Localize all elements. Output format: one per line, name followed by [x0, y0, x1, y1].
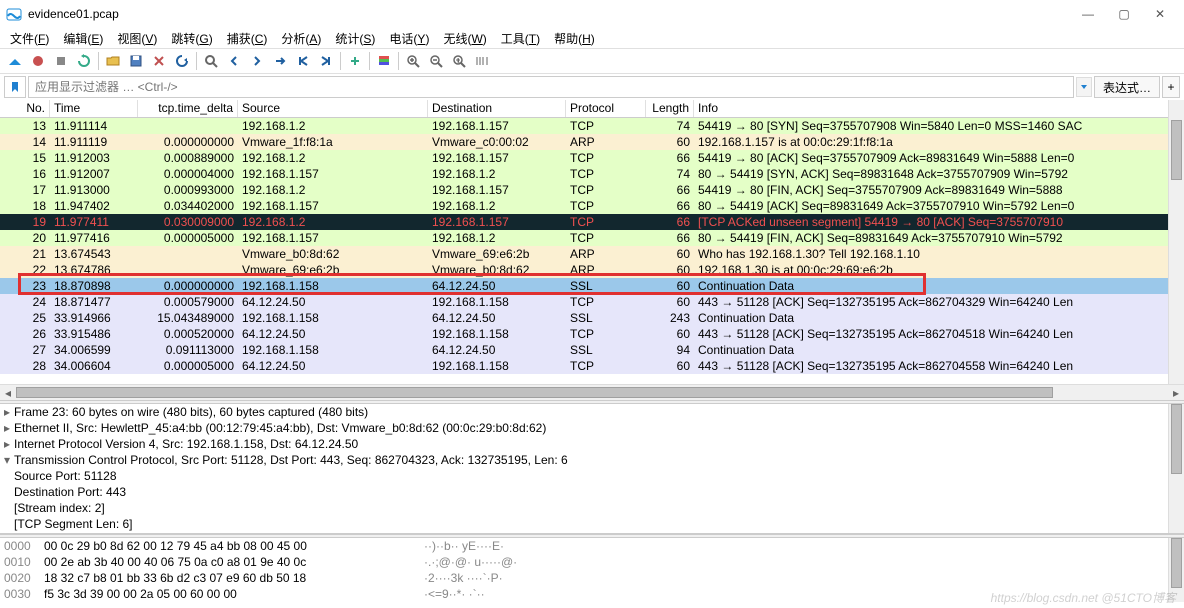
menu-item[interactable]: 无线(W) — [437, 28, 492, 49]
goto-icon[interactable] — [269, 50, 291, 72]
packet-bytes: 000000 0c 29 b0 8d 62 00 12 79 45 a4 bb … — [0, 538, 1184, 602]
zoom-out-icon[interactable] — [425, 50, 447, 72]
col-time[interactable]: Time — [50, 100, 138, 117]
reload-icon[interactable] — [171, 50, 193, 72]
packet-list: No. Time tcp.time_delta Source Destinati… — [0, 100, 1184, 384]
toolbar: 1 — [0, 48, 1184, 74]
packet-row[interactable]: 1711.9130000.000993000192.168.1.2192.168… — [0, 182, 1184, 198]
bookmark-icon[interactable] — [4, 76, 26, 98]
packet-rows: 1311.911114192.168.1.2192.168.1.157TCP74… — [0, 118, 1184, 384]
packet-row[interactable]: 1911.9774110.030009000192.168.1.2192.168… — [0, 214, 1184, 230]
filter-input[interactable] — [28, 76, 1074, 98]
packet-row[interactable]: 2533.91496615.043489000192.168.1.15864.1… — [0, 310, 1184, 326]
minimize-button[interactable]: — — [1070, 2, 1106, 26]
expression-button[interactable]: 表达式… — [1094, 76, 1160, 98]
packet-row[interactable]: 2011.9774160.000005000192.168.1.157192.1… — [0, 230, 1184, 246]
detail-line[interactable]: ▸Frame 23: 60 bytes on wire (480 bits), … — [0, 404, 1184, 420]
maximize-button[interactable]: ▢ — [1106, 2, 1142, 26]
zoom-in-icon[interactable] — [402, 50, 424, 72]
hex-scrollbar-v[interactable] — [1168, 538, 1184, 602]
menu-item[interactable]: 编辑(E) — [57, 28, 109, 49]
prev-icon[interactable] — [223, 50, 245, 72]
svg-text:1: 1 — [457, 59, 461, 65]
detail-line[interactable]: [TCP Segment Len: 6] — [0, 516, 1184, 532]
resize-columns-icon[interactable] — [471, 50, 493, 72]
goto-first-icon[interactable] — [292, 50, 314, 72]
col-source[interactable]: Source — [238, 100, 428, 117]
packet-row[interactable]: 1611.9120070.000004000192.168.1.157192.1… — [0, 166, 1184, 182]
packet-row[interactable]: 2633.9154860.00052000064.12.24.50192.168… — [0, 326, 1184, 342]
autoscroll-icon[interactable] — [344, 50, 366, 72]
hex-line[interactable]: 0030f5 3c 3d 39 00 00 2a 05 00 60 00 00·… — [0, 586, 1184, 602]
packet-row[interactable]: 1511.9120030.000889000192.168.1.2192.168… — [0, 150, 1184, 166]
hex-line[interactable]: 000000 0c 29 b0 8d 62 00 12 79 45 a4 bb … — [0, 538, 1184, 554]
packet-row[interactable]: 1411.9111190.000000000Vmware_1f:f8:1aVmw… — [0, 134, 1184, 150]
titlebar: evidence01.pcap — ▢ ✕ — [0, 0, 1184, 28]
menu-item[interactable]: 电话(Y) — [383, 28, 435, 49]
col-protocol[interactable]: Protocol — [566, 100, 646, 117]
close-file-icon[interactable] — [148, 50, 170, 72]
menu-item[interactable]: 文件(F) — [4, 28, 55, 49]
packet-list-header: No. Time tcp.time_delta Source Destinati… — [0, 100, 1184, 118]
filter-dropdown-icon[interactable] — [1076, 77, 1092, 97]
scroll-right-icon[interactable]: ▸ — [1168, 385, 1184, 400]
packet-scrollbar-v[interactable] — [1168, 100, 1184, 384]
detail-line[interactable]: Source Port: 51128 — [0, 468, 1184, 484]
detail-line[interactable]: ▸Internet Protocol Version 4, Src: 192.1… — [0, 436, 1184, 452]
col-delta[interactable]: tcp.time_delta — [138, 100, 238, 117]
menu-item[interactable]: 工具(T) — [495, 28, 546, 49]
restart-icon[interactable] — [73, 50, 95, 72]
menu-item[interactable]: 分析(A) — [275, 28, 327, 49]
goto-last-icon[interactable] — [315, 50, 337, 72]
menu-item[interactable]: 统计(S) — [329, 28, 381, 49]
save-icon[interactable] — [125, 50, 147, 72]
packet-row[interactable]: 2318.8708980.000000000192.168.1.15864.12… — [0, 278, 1184, 294]
hex-line[interactable]: 002018 32 c7 b8 01 bb 33 6b d2 c3 07 e9 … — [0, 570, 1184, 586]
detail-line[interactable]: Destination Port: 443 — [0, 484, 1184, 500]
packet-details: ▸Frame 23: 60 bytes on wire (480 bits), … — [0, 404, 1184, 534]
stop-icon[interactable] — [50, 50, 72, 72]
col-info[interactable]: Info — [694, 100, 1184, 117]
packet-scrollbar-h[interactable]: ◂ ▸ — [0, 384, 1184, 400]
colorize-icon[interactable] — [373, 50, 395, 72]
col-destination[interactable]: Destination — [428, 100, 566, 117]
open-icon[interactable] — [102, 50, 124, 72]
packet-row[interactable]: 1811.9474020.034402000192.168.1.157192.1… — [0, 198, 1184, 214]
packet-row[interactable]: 2113.674543Vmware_b0:8d:62Vmware_69:e6:2… — [0, 246, 1184, 262]
packet-row[interactable]: 2834.0066040.00000500064.12.24.50192.168… — [0, 358, 1184, 374]
menubar: 文件(F)编辑(E)视图(V)跳转(G)捕获(C)分析(A)统计(S)电话(Y)… — [0, 28, 1184, 48]
wireshark-logo-icon — [6, 6, 22, 22]
next-icon[interactable] — [246, 50, 268, 72]
col-no[interactable]: No. — [0, 100, 50, 117]
expression-label: 表达式… — [1103, 79, 1151, 96]
filterbar: 表达式… + — [0, 74, 1184, 100]
close-button[interactable]: ✕ — [1142, 2, 1178, 26]
menu-item[interactable]: 捕获(C) — [221, 28, 274, 49]
scroll-left-icon[interactable]: ◂ — [0, 385, 16, 400]
window-title: evidence01.pcap — [28, 7, 1070, 21]
packet-row[interactable]: 2418.8714770.00057900064.12.24.50192.168… — [0, 294, 1184, 310]
find-icon[interactable] — [200, 50, 222, 72]
menu-item[interactable]: 帮助(H) — [548, 28, 601, 49]
packet-row[interactable]: 1311.911114192.168.1.2192.168.1.157TCP74… — [0, 118, 1184, 134]
details-scrollbar-v[interactable] — [1168, 404, 1184, 533]
packet-row[interactable]: 2734.0065990.091113000192.168.1.15864.12… — [0, 342, 1184, 358]
menu-item[interactable]: 视图(V) — [111, 28, 163, 49]
shark-icon[interactable] — [4, 50, 26, 72]
add-filter-button[interactable]: + — [1162, 76, 1180, 98]
detail-line[interactable]: ▾Transmission Control Protocol, Src Port… — [0, 452, 1184, 468]
detail-line[interactable]: ▸Ethernet II, Src: HewlettP_45:a4:bb (00… — [0, 420, 1184, 436]
zoom-reset-icon[interactable]: 1 — [448, 50, 470, 72]
capture-options-icon[interactable] — [27, 50, 49, 72]
menu-item[interactable]: 跳转(G) — [165, 28, 218, 49]
detail-line[interactable]: [Stream index: 2] — [0, 500, 1184, 516]
col-length[interactable]: Length — [646, 100, 694, 117]
packet-row[interactable]: 2213.674786Vmware_69:e6:2bVmware_b0:8d:6… — [0, 262, 1184, 278]
hex-line[interactable]: 001000 2e ab 3b 40 00 40 06 75 0a c0 a8 … — [0, 554, 1184, 570]
